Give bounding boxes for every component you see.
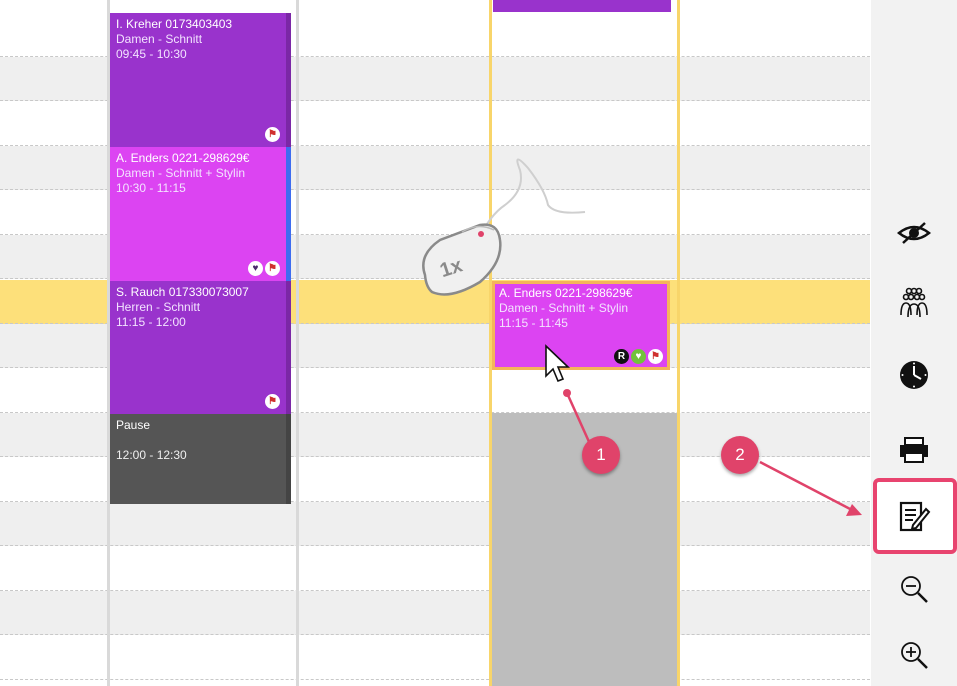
appointment-time: 09:45 - 10:30 — [116, 47, 187, 61]
zoom-out-button[interactable] — [871, 566, 957, 612]
toggle-visibility-button[interactable] — [871, 210, 957, 256]
staff-group-icon — [900, 287, 928, 318]
appointment-service: Herren - Schnitt — [116, 300, 201, 314]
time-row[interactable] — [0, 636, 870, 681]
heart-icon: ♥ — [248, 261, 263, 276]
pause-block[interactable]: Pause 12:00 - 12:30 — [110, 414, 291, 504]
appointment-name: Pause — [116, 418, 151, 432]
printer-icon — [900, 437, 928, 463]
appointment-name: I. Kreher 0173403403 — [116, 17, 233, 31]
flag-icon: ⚑ — [648, 349, 663, 364]
appointment-block-selected[interactable]: A. Enders 0221-298629€ Damen - Schnitt +… — [492, 281, 670, 370]
zoom-in-button[interactable] — [871, 632, 957, 678]
appointment-block[interactable]: S. Rauch 017330073007 Herren - Schnitt 1… — [110, 281, 291, 414]
time-row[interactable] — [0, 502, 870, 547]
callout-badge: 2 — [721, 436, 759, 474]
appointment-block[interactable] — [493, 0, 671, 12]
appointment-block[interactable]: I. Kreher 0173403403 Damen - Schnitt 09:… — [110, 13, 291, 147]
time-row[interactable] — [0, 547, 870, 592]
time-button[interactable] — [871, 352, 957, 398]
staff-button[interactable] — [871, 280, 957, 326]
notes-edit-icon — [899, 501, 931, 532]
zoom-in-icon — [901, 642, 928, 669]
callout-badge: 1 — [582, 436, 620, 474]
appointment-name: A. Enders 0221-298629€ — [116, 151, 250, 165]
heart-green-icon: ♥ — [631, 349, 646, 364]
flag-icon: ⚑ — [265, 127, 280, 142]
column-divider — [296, 0, 299, 686]
appointment-service: Damen - Schnitt + Stylin — [116, 166, 246, 180]
calendar-grid[interactable]: I. Kreher 0173403403 Damen - Schnitt 09:… — [0, 0, 870, 686]
appointment-name: A. Enders 0221-298629€ — [499, 286, 633, 300]
appointment-name: S. Rauch 017330073007 — [116, 285, 249, 299]
appointment-time: 10:30 - 11:15 — [116, 181, 186, 195]
print-button[interactable] — [871, 427, 957, 473]
appointment-block[interactable]: A. Enders 0221-298629€ Damen - Schnitt +… — [110, 147, 291, 281]
time-row[interactable] — [0, 591, 870, 636]
flag-icon: ⚑ — [265, 394, 280, 409]
r-badge-icon: R — [614, 349, 629, 364]
appointment-service: Damen - Schnitt + Stylin — [499, 301, 629, 315]
appointment-time: 11:15 - 12:00 — [116, 315, 186, 329]
clock-icon — [900, 361, 928, 389]
flag-icon: ⚑ — [265, 261, 280, 276]
eye-hidden-icon — [897, 222, 931, 244]
appointment-time: 11:15 - 11:45 — [499, 316, 568, 330]
selected-column-border — [677, 0, 680, 686]
appointment-service — [116, 433, 280, 448]
appointment-time: 12:00 - 12:30 — [116, 448, 187, 462]
appointment-service: Damen - Schnitt — [116, 32, 203, 46]
notes-edit-button[interactable] — [871, 494, 957, 540]
zoom-out-icon — [901, 576, 928, 603]
